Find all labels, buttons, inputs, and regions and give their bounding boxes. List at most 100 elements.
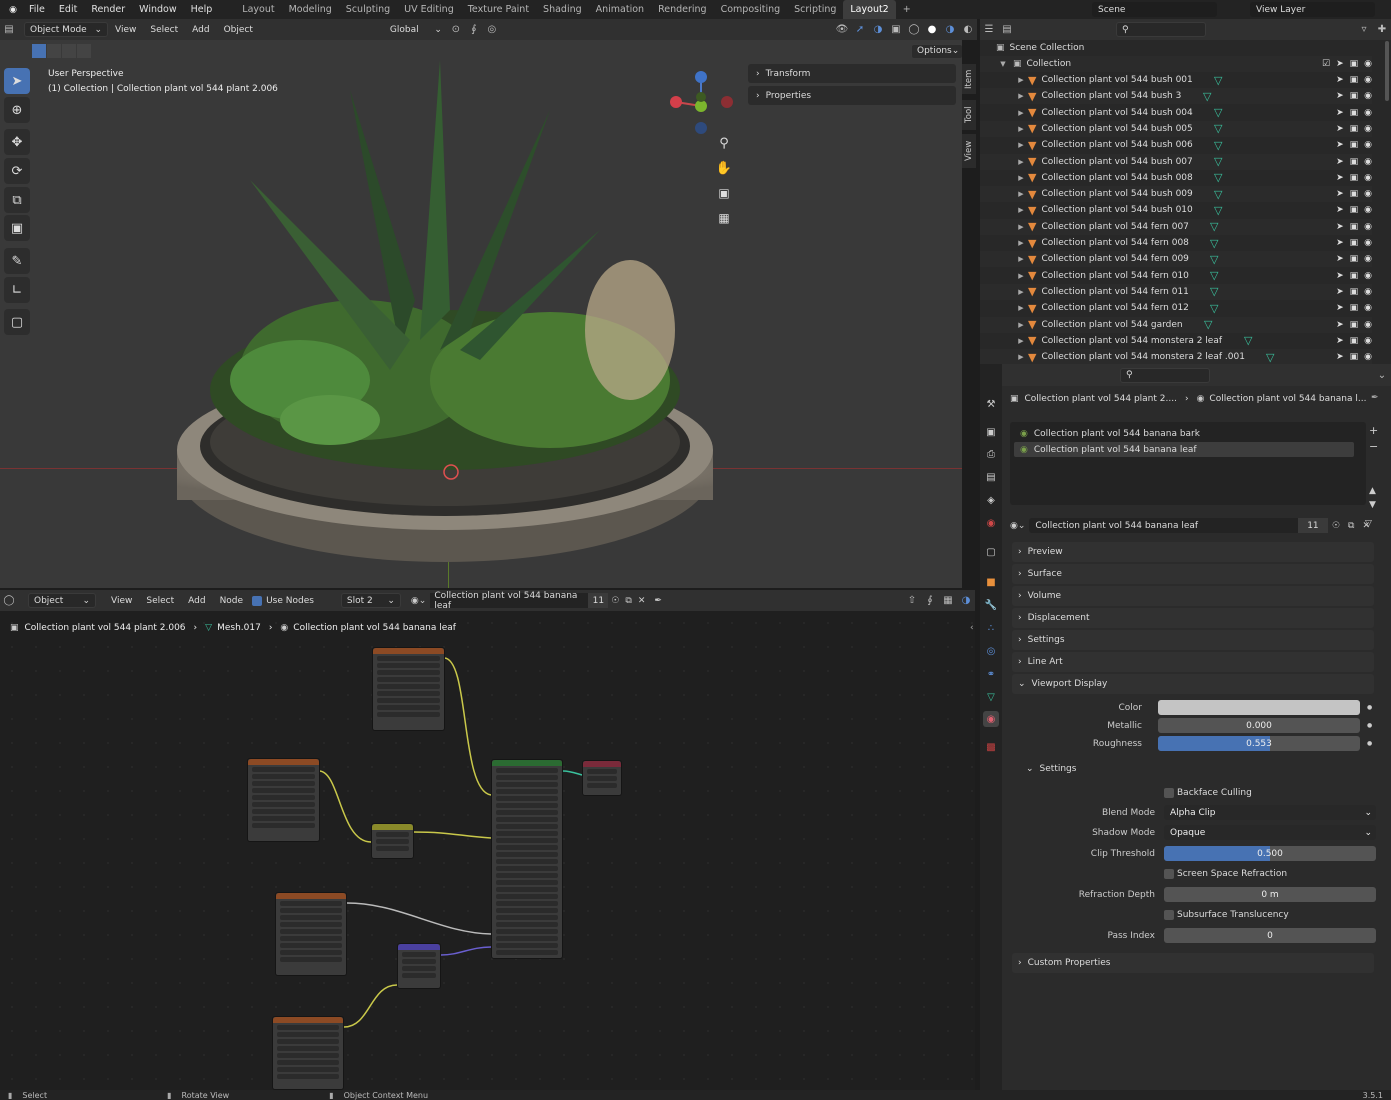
gizmo-neg-y-icon[interactable] — [696, 92, 706, 102]
expand-icon[interactable]: ▶ — [1016, 206, 1026, 214]
outliner-visibility-icons[interactable]: ➤ ▣ ◉ — [1336, 140, 1372, 150]
tab-layout[interactable]: Layout — [235, 0, 281, 19]
select-box-icon[interactable] — [32, 44, 46, 58]
ssr-checkbox[interactable] — [1164, 869, 1174, 879]
roughness-field[interactable]: 0.553 — [1158, 736, 1360, 751]
material-output-node[interactable] — [582, 760, 622, 796]
outliner-item[interactable]: ▶ ▼ Collection plant vol 544 monstera 2 le… — [980, 333, 1372, 349]
expand-icon[interactable]: ▶ — [1016, 255, 1026, 263]
material-name-field[interactable]: Collection plant vol 544 banana leaf — [1029, 518, 1298, 533]
add-workspace-icon[interactable]: + — [896, 0, 918, 19]
outliner-visibility-icons[interactable]: ➤ ▣ ◉ — [1336, 254, 1372, 264]
subsection-settings[interactable]: ⌄ Settings — [1026, 764, 1076, 774]
outliner-visibility-icons[interactable]: ➤ ▣ ◉ — [1336, 271, 1372, 281]
outliner-item[interactable]: ▶ ▼ Collection plant vol 544 bush 007 ▽ ➤ ▣ ◉ — [980, 153, 1372, 170]
shading-wire-icon[interactable]: ◯ — [905, 22, 923, 38]
modifier-tab-icon[interactable]: 🔧 — [983, 597, 999, 613]
scene-selector[interactable]: Scene — [1092, 2, 1217, 17]
node-material-name[interactable]: Collection plant vol 544 banana leaf — [430, 591, 589, 611]
sidebar-toggle-icon[interactable]: ‹ — [970, 623, 974, 633]
measure-tool-icon[interactable]: ∟ — [4, 277, 30, 303]
blender-logo-icon[interactable]: ◉ — [4, 1, 22, 19]
npanel-tab-item[interactable]: Item — [962, 64, 976, 94]
outliner-visibility-icons[interactable]: ➤ ▣ ◉ — [1336, 352, 1372, 362]
transform-tool-icon[interactable]: ▣ — [4, 215, 30, 241]
xray-icon[interactable]: ▣ — [887, 22, 905, 38]
refraction-depth-field[interactable]: 0 m — [1164, 887, 1376, 902]
texture-tab-icon[interactable]: ▩ — [983, 739, 999, 755]
filter-icon[interactable]: ▿ — [1355, 22, 1373, 38]
outliner-scrollbar[interactable] — [1385, 41, 1389, 101]
outliner-item[interactable]: ▶ ▼ Collection plant vol 544 bush 009 ▽ ➤ ▣ ◉ — [980, 186, 1372, 203]
clip-threshold-field[interactable]: 0.500 — [1164, 846, 1376, 861]
menu-object[interactable]: Object — [217, 25, 260, 35]
node-fake-user-icon[interactable]: ☉ — [611, 596, 619, 606]
node-pin-icon[interactable]: ✒ — [654, 596, 662, 606]
fake-user-icon[interactable]: ☉ — [1332, 521, 1340, 531]
node-menu-node[interactable]: Node — [213, 596, 251, 606]
proportional-icon[interactable]: ◎ — [483, 22, 501, 38]
expand-icon[interactable]: ▶ — [1016, 109, 1026, 117]
node-duplicate-icon[interactable]: ⧉ — [625, 596, 631, 606]
section-viewport-display[interactable]: ⌄ Viewport Display — [1012, 674, 1374, 694]
section-line-art[interactable]: › Line Art — [1012, 652, 1374, 672]
users-count[interactable]: 11 — [1297, 518, 1328, 533]
zoom-icon[interactable]: ⚲ — [714, 136, 734, 156]
node-unlink-icon[interactable]: ✕ — [638, 596, 646, 606]
section-surface[interactable]: › Surface — [1012, 564, 1374, 584]
metallic-field[interactable]: 0.000 — [1158, 718, 1360, 733]
expand-icon[interactable]: ▶ — [1016, 304, 1026, 312]
gizmo-neg-z-icon[interactable] — [695, 122, 707, 134]
node-overlay-icon[interactable]: ◑ — [957, 593, 975, 609]
outliner-visibility-icons[interactable]: ➤ ▣ ◉ — [1336, 189, 1372, 199]
node-editor-canvas[interactable]: ▣ Collection plant vol 544 plant 2.006 ›… — [0, 611, 975, 1090]
menu-view[interactable]: View — [108, 25, 143, 35]
particles-tab-icon[interactable]: ∴ — [983, 620, 999, 636]
material-slot-list[interactable]: ◉ Collection plant vol 544 banana bark ◉ C… — [1010, 422, 1366, 505]
image-texture-node[interactable] — [272, 1016, 344, 1090]
planter-model[interactable] — [150, 50, 730, 588]
outliner-item[interactable]: ▶ ▼ Collection plant vol 544 fern 011 ▽ ➤ ▣ ◉ — [980, 283, 1372, 300]
menu-edit[interactable]: Edit — [52, 4, 84, 15]
material-tab-icon[interactable]: ◉ — [983, 711, 999, 727]
overlay-icon[interactable]: ◑ — [869, 22, 887, 38]
outliner-search[interactable]: ⚲ — [1116, 22, 1206, 37]
expand-icon[interactable]: ▶ — [1016, 239, 1026, 247]
data-tab-icon[interactable]: ▽ — [983, 689, 999, 705]
outliner-display-mode-icon[interactable]: ▤ — [998, 22, 1016, 38]
tab-sculpting[interactable]: Sculpting — [339, 0, 397, 19]
physics-tab-icon[interactable]: ◎ — [983, 643, 999, 659]
outliner-visibility-icons[interactable]: ➤ ▣ ◉ — [1336, 303, 1372, 313]
menu-select[interactable]: Select — [143, 25, 185, 35]
annotate-tool-icon[interactable]: ✎ — [4, 248, 30, 274]
node-menu-view[interactable]: View — [104, 596, 139, 606]
outliner-editor-type-icon[interactable]: ☰ — [980, 22, 998, 38]
menu-add[interactable]: Add — [185, 25, 216, 35]
outliner-item[interactable]: ▶ ▼ Collection plant vol 544 fern 010 ▽ ➤ ▣ ◉ — [980, 268, 1372, 284]
pivot-icon[interactable]: ⊙ — [447, 22, 465, 38]
expand-icon[interactable]: ▶ — [1016, 337, 1026, 345]
outliner-visibility-icons[interactable]: ➤ ▣ ◉ — [1336, 238, 1372, 248]
outliner-visibility-icons[interactable]: ➤ ▣ ◉ — [1336, 287, 1372, 297]
keyframe-dot-icon[interactable]: ● — [1367, 722, 1372, 729]
expand-icon[interactable]: ▶ — [1016, 158, 1026, 166]
mode-dropdown[interactable]: Object Mode ⌄ — [24, 22, 108, 37]
normal-map-node[interactable] — [397, 943, 441, 989]
outliner-visibility-icons[interactable]: ➤ ▣ ◉ — [1336, 75, 1372, 85]
shading-material-icon[interactable]: ◑ — [941, 22, 959, 38]
slot-down-icon[interactable]: ▼ — [1369, 500, 1376, 510]
world-tab-icon[interactable]: ◉ — [983, 515, 999, 531]
camera-icon[interactable]: ▣ — [714, 186, 734, 206]
section-volume[interactable]: › Volume — [1012, 586, 1374, 606]
outliner-item[interactable]: ▶ ▼ Collection plant vol 544 fern 007 ▽ ➤ ▣ ◉ — [980, 218, 1372, 235]
outliner[interactable]: ☰ ▤ ⚲ ▿ ✚ ▣ Scene Collection ▼ ▣ Collection… — [980, 19, 1391, 366]
shading-rendered-icon[interactable]: ◐ — [959, 22, 977, 38]
outliner-item[interactable]: ▶ ▼ Collection plant vol 544 fern 009 ▽ ➤ ▣ ◉ — [980, 251, 1372, 268]
outliner-item[interactable]: ▶ ▼ Collection plant vol 544 bush 001 ▽ ➤ ▣ ◉ — [980, 72, 1372, 88]
select-tool-icon[interactable]: ➤ — [4, 68, 30, 94]
expand-icon[interactable]: ▶ — [1016, 190, 1026, 198]
material-datablock[interactable]: ◉⌄ Collection plant vol 544 banana leaf … — [1010, 517, 1374, 534]
sst-checkbox[interactable] — [1164, 910, 1174, 920]
outliner-visibility-icons[interactable]: ➤ ▣ ◉ — [1336, 173, 1372, 183]
image-texture-node[interactable] — [372, 647, 445, 731]
